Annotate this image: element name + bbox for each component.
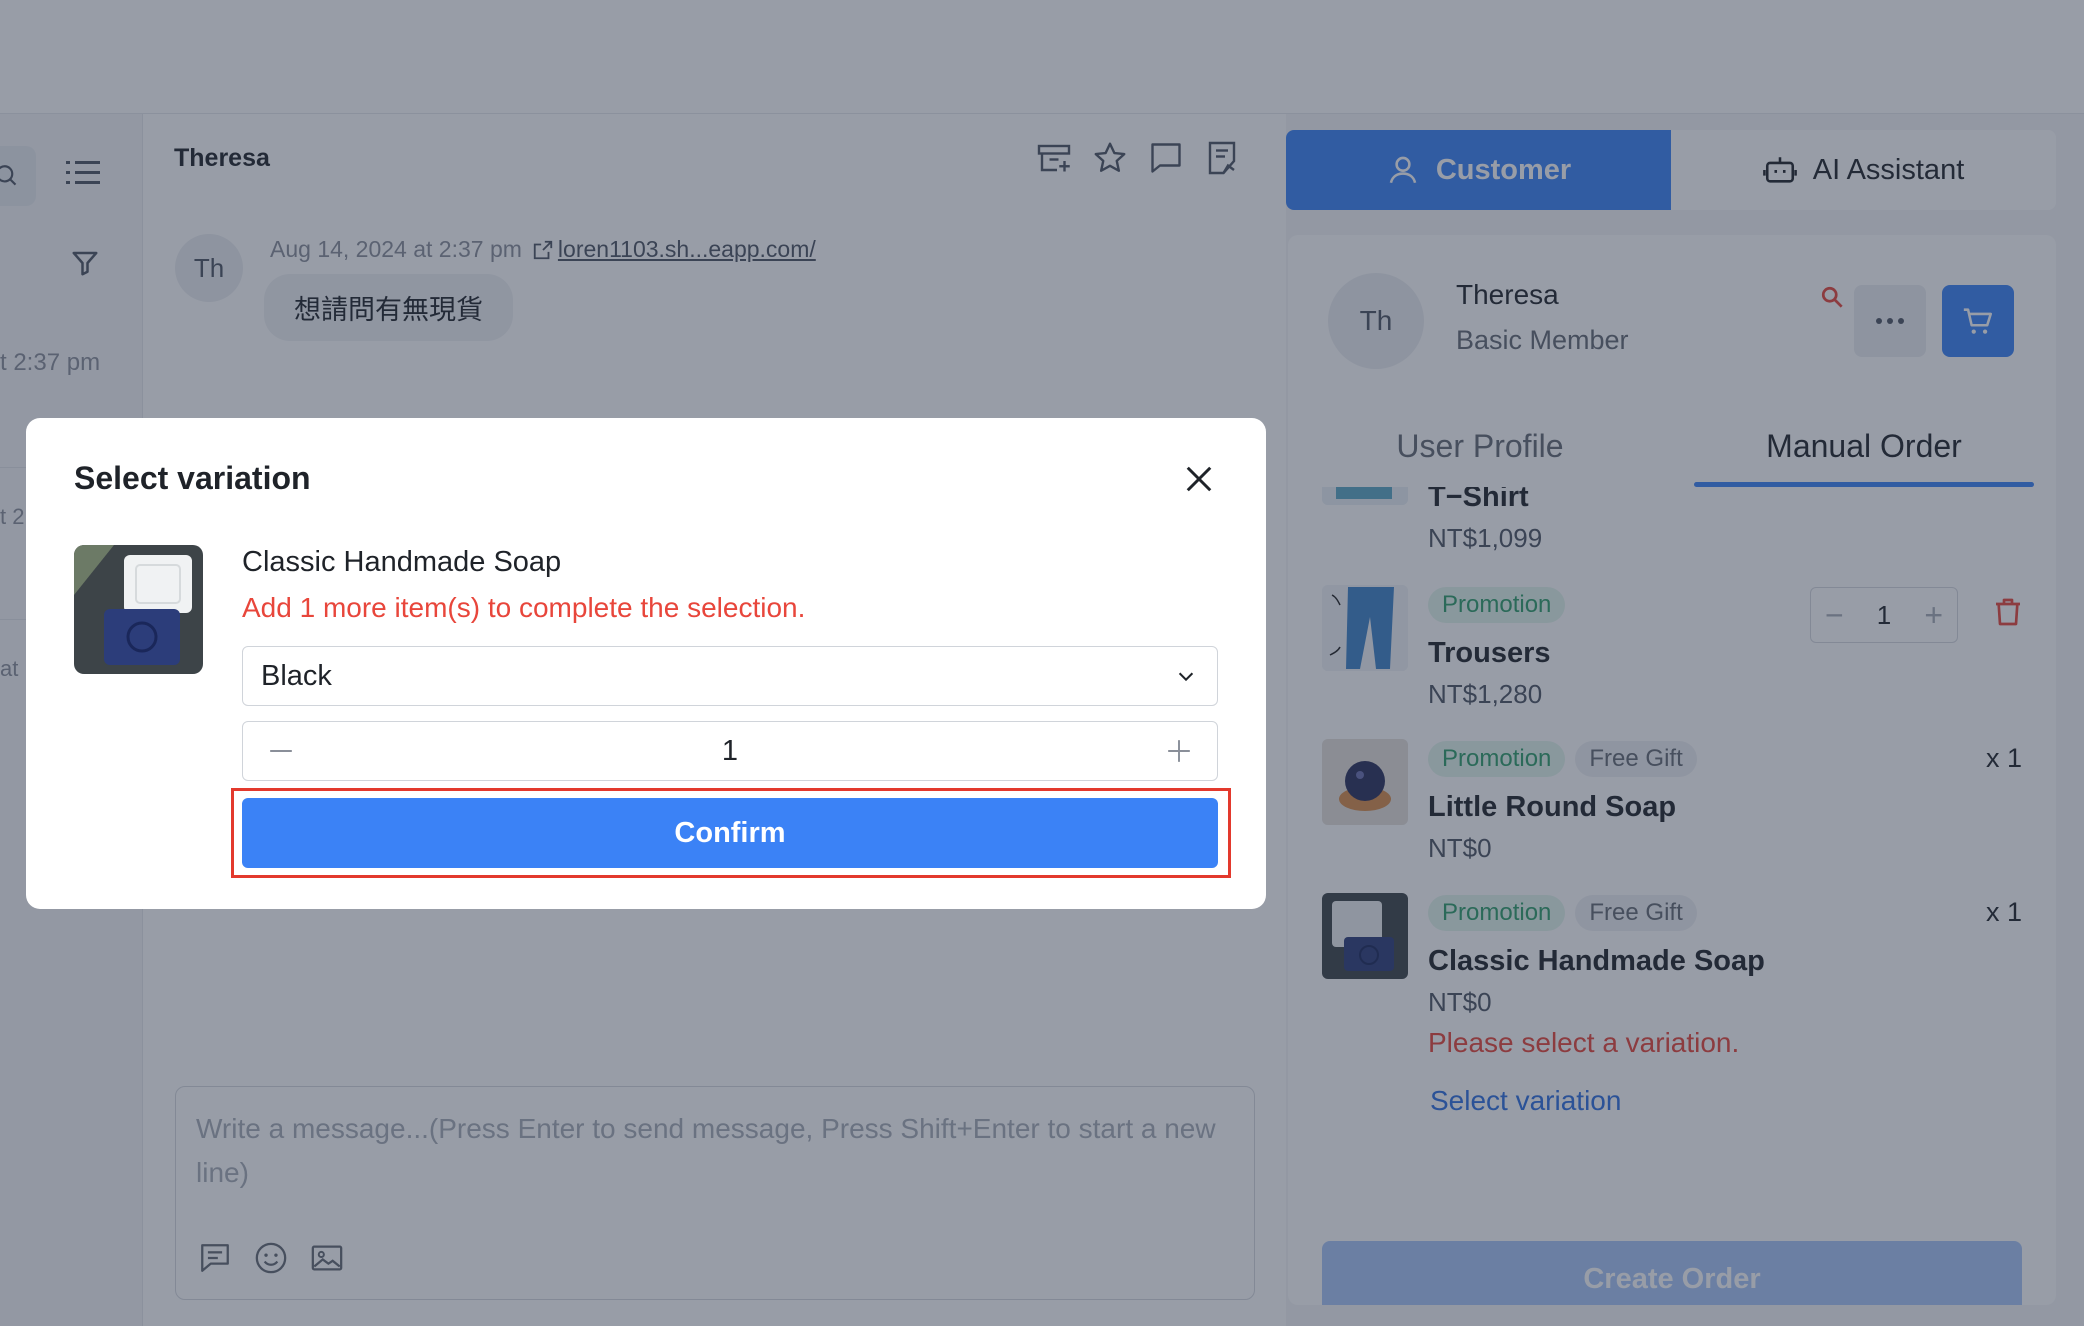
confirm-button[interactable]: Confirm (242, 798, 1218, 868)
quantity-stepper[interactable]: 1 (242, 721, 1218, 781)
variation-select[interactable]: Black (242, 646, 1218, 706)
minus-icon (270, 750, 292, 752)
increment-button[interactable] (1165, 737, 1193, 765)
plus-icon (1168, 740, 1190, 762)
product-thumbnail (74, 545, 203, 674)
chevron-down-icon (1178, 672, 1194, 682)
product-name: Classic Handmade Soap (242, 546, 562, 578)
variation-select-value: Black (261, 659, 332, 692)
select-variation-dialog: Select variation Classic Handmade Soap A… (26, 418, 1266, 909)
close-icon (1186, 466, 1212, 492)
decrement-button[interactable] (267, 737, 295, 765)
quantity-value[interactable]: 1 (722, 735, 738, 768)
close-button[interactable] (1176, 456, 1222, 502)
dialog-title: Select variation (74, 460, 311, 496)
selection-warning: Add 1 more item(s) to complete the selec… (242, 592, 806, 623)
